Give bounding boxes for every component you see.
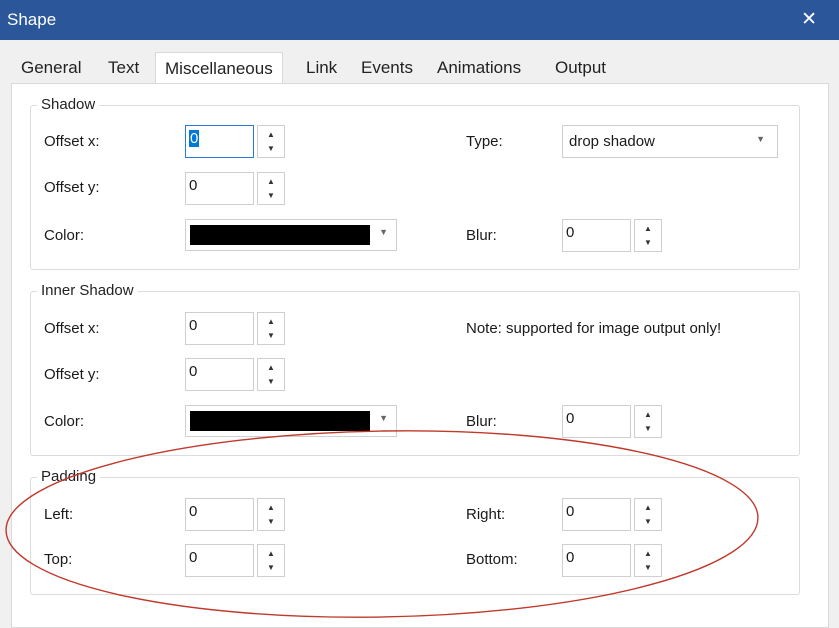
- padding-group-title: Padding: [37, 468, 101, 486]
- tab-animations[interactable]: Animations: [437, 58, 521, 78]
- spin-up-icon[interactable]: ▲: [635, 407, 661, 422]
- inner-shadow-color-label: Color:: [44, 413, 85, 430]
- shadow-group-title: Shadow: [37, 96, 100, 114]
- inner-shadow-color-swatch: [190, 411, 370, 431]
- shadow-blur-spin-buttons: ▲ ▼: [634, 219, 662, 252]
- chevron-down-icon: ▼: [379, 227, 388, 237]
- shadow-type-value: drop shadow: [569, 133, 655, 150]
- tab-bar: General Text Miscellaneous Link Events A…: [0, 40, 839, 84]
- inner-shadow-group: Inner Shadow Offset x: 0 ▲ ▼ Offset y: 0…: [30, 282, 800, 456]
- inner-shadow-offset-y-input[interactable]: 0: [185, 358, 254, 391]
- tab-text[interactable]: Text: [108, 58, 139, 78]
- padding-left-input[interactable]: 0: [185, 498, 254, 531]
- shadow-type-label: Type:: [466, 133, 503, 150]
- inner-shadow-blur-input[interactable]: 0: [562, 405, 631, 438]
- tab-events[interactable]: Events: [361, 58, 413, 78]
- padding-bottom-spinner[interactable]: 0 ▲ ▼: [562, 544, 662, 577]
- spin-down-icon[interactable]: ▼: [635, 514, 661, 529]
- tab-link[interactable]: Link: [306, 58, 337, 78]
- padding-group: Padding Left: 0 ▲ ▼ Top: 0 ▲ ▼ Right: 0 …: [30, 468, 800, 595]
- shadow-color-picker[interactable]: ▼: [185, 219, 397, 251]
- padding-right-label: Right:: [466, 506, 506, 523]
- padding-bottom-label: Bottom:: [466, 551, 518, 568]
- shadow-color-label: Color:: [44, 227, 85, 244]
- shadow-blur-label: Blur:: [466, 227, 497, 244]
- inner-shadow-blur-spin-buttons: ▲ ▼: [634, 405, 662, 438]
- padding-right-spin-buttons: ▲ ▼: [634, 498, 662, 531]
- spin-down-icon[interactable]: ▼: [258, 141, 284, 156]
- spin-down-icon[interactable]: ▼: [258, 560, 284, 575]
- tab-miscellaneous[interactable]: Miscellaneous: [155, 52, 283, 84]
- padding-right-input[interactable]: 0: [562, 498, 631, 531]
- shadow-blur-spinner[interactable]: 0 ▲ ▼: [562, 219, 662, 252]
- inner-shadow-offset-y-spin-buttons: ▲ ▼: [257, 358, 285, 391]
- close-icon[interactable]: ✕: [801, 8, 817, 31]
- spin-down-icon[interactable]: ▼: [635, 560, 661, 575]
- inner-shadow-offset-y-label: Offset y:: [44, 366, 100, 383]
- spin-up-icon[interactable]: ▲: [258, 314, 284, 329]
- tab-general[interactable]: General: [21, 58, 81, 78]
- spin-up-icon[interactable]: ▲: [258, 546, 284, 561]
- inner-shadow-offset-x-label: Offset x:: [44, 320, 100, 337]
- padding-top-spinner[interactable]: 0 ▲ ▼: [185, 544, 285, 577]
- shadow-offset-y-label: Offset y:: [44, 179, 100, 196]
- shadow-color-swatch: [190, 225, 370, 245]
- spin-down-icon[interactable]: ▼: [258, 328, 284, 343]
- window-title: Shape: [7, 10, 57, 29]
- inner-shadow-note: Note: supported for image output only!: [466, 320, 722, 337]
- padding-bottom-spin-buttons: ▲ ▼: [634, 544, 662, 577]
- spin-up-icon[interactable]: ▲: [258, 127, 284, 142]
- inner-shadow-offset-x-spin-buttons: ▲ ▼: [257, 312, 285, 345]
- shadow-offset-y-spin-buttons: ▲ ▼: [257, 172, 285, 205]
- spin-down-icon[interactable]: ▼: [258, 188, 284, 203]
- padding-bottom-input[interactable]: 0: [562, 544, 631, 577]
- padding-left-spin-buttons: ▲ ▼: [257, 498, 285, 531]
- shadow-offset-x-label: Offset x:: [44, 133, 100, 150]
- spin-up-icon[interactable]: ▲: [258, 174, 284, 189]
- padding-top-label: Top:: [44, 551, 73, 568]
- tab-panel-miscellaneous: Shadow Offset x: 0 ▲ ▼ Offset y: 0 ▲ ▼ C…: [11, 83, 829, 628]
- shadow-blur-input[interactable]: 0: [562, 219, 631, 252]
- padding-right-spinner[interactable]: 0 ▲ ▼: [562, 498, 662, 531]
- spin-up-icon[interactable]: ▲: [635, 546, 661, 561]
- inner-shadow-blur-spinner[interactable]: 0 ▲ ▼: [562, 405, 662, 438]
- shadow-type-select[interactable]: drop shadow ▼: [562, 125, 778, 158]
- inner-shadow-color-picker[interactable]: ▼: [185, 405, 397, 437]
- padding-top-input[interactable]: 0: [185, 544, 254, 577]
- shadow-group: Shadow Offset x: 0 ▲ ▼ Offset y: 0 ▲ ▼ C…: [30, 96, 800, 270]
- spin-up-icon[interactable]: ▲: [635, 500, 661, 515]
- spin-down-icon[interactable]: ▼: [635, 421, 661, 436]
- shadow-offset-x-input[interactable]: 0: [185, 125, 254, 158]
- inner-shadow-blur-label: Blur:: [466, 413, 497, 430]
- padding-left-spinner[interactable]: 0 ▲ ▼: [185, 498, 285, 531]
- inner-shadow-group-title: Inner Shadow: [37, 282, 138, 300]
- shadow-offset-x-spin-buttons: ▲ ▼: [257, 125, 285, 158]
- inner-shadow-offset-y-spinner[interactable]: 0 ▲ ▼: [185, 358, 285, 391]
- shadow-offset-y-input[interactable]: 0: [185, 172, 254, 205]
- padding-top-spin-buttons: ▲ ▼: [257, 544, 285, 577]
- spin-down-icon[interactable]: ▼: [258, 514, 284, 529]
- spin-up-icon[interactable]: ▲: [635, 221, 661, 236]
- chevron-down-icon: ▼: [379, 413, 388, 423]
- spin-down-icon[interactable]: ▼: [258, 374, 284, 389]
- padding-left-label: Left:: [44, 506, 74, 523]
- spin-up-icon[interactable]: ▲: [258, 360, 284, 375]
- shadow-offset-y-spinner[interactable]: 0 ▲ ▼: [185, 172, 285, 205]
- spin-up-icon[interactable]: ▲: [258, 500, 284, 515]
- tab-output[interactable]: Output: [555, 58, 606, 78]
- inner-shadow-offset-x-spinner[interactable]: 0 ▲ ▼: [185, 312, 285, 345]
- chevron-down-icon: ▼: [756, 134, 765, 144]
- inner-shadow-offset-x-input[interactable]: 0: [185, 312, 254, 345]
- shadow-offset-x-spinner[interactable]: 0 ▲ ▼: [185, 125, 285, 158]
- spin-down-icon[interactable]: ▼: [635, 235, 661, 250]
- title-bar: Shape ✕: [0, 0, 839, 40]
